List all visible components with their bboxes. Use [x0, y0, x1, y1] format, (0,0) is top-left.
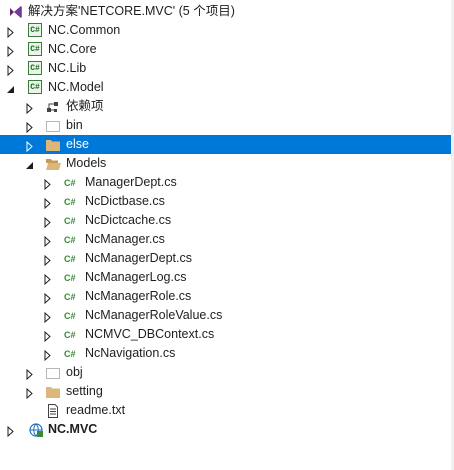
project-label: NC.MVC: [48, 422, 98, 436]
expand-arrow-icon[interactable]: [25, 386, 35, 400]
text-file-icon: [45, 403, 61, 419]
cs-file-item[interactable]: C# ManagerDept.cs: [0, 173, 454, 192]
csharp-project-icon: C#: [28, 80, 42, 94]
cs-file-item[interactable]: C# NcManagerRoleValue.cs: [0, 306, 454, 325]
file-label: NcManagerRole.cs: [85, 289, 192, 303]
file-label: NcNavigation.cs: [85, 346, 176, 360]
file-readme[interactable]: readme.txt: [0, 401, 454, 420]
expand-arrow-icon[interactable]: [43, 291, 53, 305]
solution-explorer-tree: 解决方案'NETCORE.MVC' (5 个项目) C# NC.Common C…: [0, 0, 454, 470]
cs-file-item[interactable]: C# NcManagerLog.cs: [0, 268, 454, 287]
folder-label: setting: [66, 384, 103, 398]
folder-icon: [45, 137, 61, 153]
expand-arrow-icon[interactable]: [6, 424, 16, 438]
cs-file-item[interactable]: C# NCMVC_DBContext.cs: [0, 325, 454, 344]
expand-arrow-icon[interactable]: [6, 63, 16, 77]
file-label: NcManagerLog.cs: [85, 270, 187, 284]
project-nc-common[interactable]: C# NC.Common: [0, 21, 454, 40]
csharp-file-icon: C#: [64, 235, 76, 245]
file-label: NcDictbase.cs: [85, 194, 165, 208]
folder-label: obj: [66, 365, 83, 379]
folder-label: bin: [66, 118, 83, 132]
cs-file-item[interactable]: C# NcManagerRole.cs: [0, 287, 454, 306]
cs-file-item[interactable]: C# NcDictbase.cs: [0, 192, 454, 211]
expand-arrow-icon[interactable]: [43, 348, 53, 362]
project-label: NC.Core: [48, 42, 97, 56]
file-label: NcManager.cs: [85, 232, 165, 246]
cs-file-item[interactable]: C# NcManager.cs: [0, 230, 454, 249]
expand-arrow-icon[interactable]: [6, 44, 16, 58]
collapse-arrow-icon[interactable]: [25, 158, 35, 169]
expand-arrow-icon[interactable]: [25, 120, 35, 134]
project-label: NC.Lib: [48, 61, 87, 75]
file-label: ManagerDept.cs: [85, 175, 177, 189]
expand-arrow-icon[interactable]: [43, 310, 53, 324]
folder-setting[interactable]: setting: [0, 382, 454, 401]
csharp-project-icon: C#: [28, 42, 42, 56]
expand-arrow-icon[interactable]: [43, 329, 53, 343]
expand-arrow-icon[interactable]: [25, 101, 35, 115]
expand-arrow-icon[interactable]: [43, 196, 53, 210]
folder-open-icon: [45, 156, 61, 172]
folder-models[interactable]: Models: [0, 154, 454, 173]
expand-arrow-icon[interactable]: [6, 25, 16, 39]
csharp-project-icon: C#: [28, 61, 42, 75]
file-label: NcManagerRoleValue.cs: [85, 308, 223, 322]
file-label: NCMVC_DBContext.cs: [85, 327, 215, 341]
collapse-arrow-icon[interactable]: [6, 82, 16, 93]
csharp-file-icon: C#: [64, 254, 76, 264]
csharp-file-icon: C#: [64, 330, 76, 340]
dependencies-icon: [45, 99, 61, 115]
project-nc-lib[interactable]: C# NC.Lib: [0, 59, 454, 78]
project-nc-mvc[interactable]: NC.MVC: [0, 420, 454, 439]
folder-label: else: [66, 137, 89, 151]
folder-obj[interactable]: obj: [0, 363, 454, 382]
csharp-file-icon: C#: [64, 273, 76, 283]
csharp-file-icon: C#: [64, 216, 76, 226]
csharp-file-icon: C#: [64, 311, 76, 321]
cs-file-item[interactable]: C# NcManagerDept.cs: [0, 249, 454, 268]
project-label: NC.Model: [48, 80, 104, 94]
csharp-file-icon: C#: [64, 349, 76, 359]
expand-arrow-icon[interactable]: [25, 139, 35, 153]
expand-arrow-icon[interactable]: [25, 367, 35, 381]
csharp-project-icon: C#: [28, 23, 42, 37]
folder-bin[interactable]: bin: [0, 116, 454, 135]
cs-file-item[interactable]: C# NcDictcache.cs: [0, 211, 454, 230]
folder-label: Models: [66, 156, 107, 170]
expand-arrow-icon[interactable]: [43, 234, 53, 248]
project-nc-core[interactable]: C# NC.Core: [0, 40, 454, 59]
file-label: readme.txt: [66, 403, 126, 417]
file-label: NcDictcache.cs: [85, 213, 172, 227]
expand-arrow-icon[interactable]: [43, 272, 53, 286]
cs-file-item[interactable]: C# NcNavigation.cs: [0, 344, 454, 363]
folder-else[interactable]: else: [0, 135, 454, 154]
vs-solution-icon: [8, 4, 24, 20]
csharp-file-icon: C#: [64, 292, 76, 302]
project-label: NC.Common: [48, 23, 121, 37]
excluded-folder-icon: [45, 118, 61, 134]
expand-arrow-icon[interactable]: [43, 177, 53, 191]
expand-arrow-icon[interactable]: [43, 215, 53, 229]
solution-node[interactable]: 解决方案'NETCORE.MVC' (5 个项目): [0, 2, 454, 21]
dependencies-node[interactable]: 依赖项: [0, 97, 454, 116]
web-project-icon: [28, 422, 44, 438]
csharp-file-icon: C#: [64, 178, 76, 188]
csharp-file-icon: C#: [64, 197, 76, 207]
folder-icon: [45, 384, 61, 400]
excluded-folder-icon: [45, 365, 61, 381]
expand-arrow-icon[interactable]: [43, 253, 53, 267]
project-nc-model[interactable]: C# NC.Model: [0, 78, 454, 97]
dependencies-label: 依赖项: [66, 99, 104, 113]
solution-label: 解决方案'NETCORE.MVC' (5 个项目): [28, 4, 235, 18]
file-label: NcManagerDept.cs: [85, 251, 192, 265]
